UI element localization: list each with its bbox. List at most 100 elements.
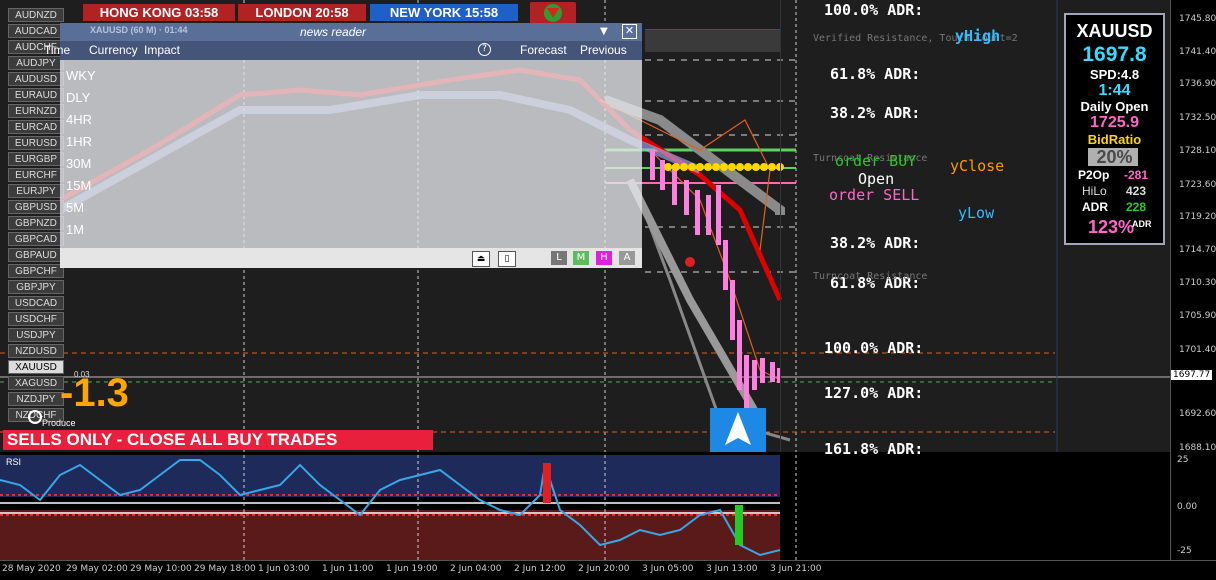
symbol-button-euraud[interactable]: EURAUD [8, 88, 64, 102]
symbol-button-usdchf[interactable]: USDCHF [8, 312, 64, 326]
signal-small-value: 0.03 [74, 370, 90, 379]
time-tick: 1 Jun 03:00 [258, 564, 310, 574]
scroll-top-icon[interactable]: ⏏ [472, 251, 490, 267]
price-tick: 1723.60 [1179, 180, 1216, 190]
clock-new-york: NEW YORK 15:58 [370, 4, 518, 21]
info-p2op-label: P2Op [1078, 168, 1110, 182]
time-axis[interactable]: 28 May 2020 29 May 02:00 29 May 10:00 29 Ma… [0, 560, 1216, 580]
symbol-button-gbpnzd[interactable]: GBPNZD [8, 216, 64, 230]
close-icon[interactable]: ✕ [622, 24, 637, 39]
timeframe-1m[interactable]: 1M [66, 222, 84, 237]
symbol-button-audusd[interactable]: AUDUSD [8, 72, 64, 86]
info-bidratio: 20% [1096, 147, 1133, 167]
symbol-button-audjpy[interactable]: AUDJPY [8, 56, 64, 70]
time-tick: 1 Jun 11:00 [322, 564, 374, 574]
pin-icon[interactable]: ▯ [498, 251, 516, 267]
column-forecast[interactable]: Forecast [520, 43, 567, 57]
info-symbol: XAUUSD [1076, 21, 1153, 41]
forecast-resistance-label: Turncoat Resistance [813, 271, 928, 282]
info-adr: 228 [1126, 200, 1147, 214]
filter-high-button[interactable]: H [596, 251, 612, 265]
news-footer: ⏏ ▯ L M H A [60, 248, 642, 268]
news-reader-columns: Time Currency Impact ? Forecast Previous [44, 41, 642, 60]
symbol-button-nzdjpy[interactable]: NZDJPY [8, 392, 64, 406]
info-hilo: 423 [1126, 184, 1147, 198]
symbol-button-gbpaud[interactable]: GBPAUD [8, 248, 64, 262]
adr-level-bottom-38: 38.2% ADR: [830, 234, 921, 252]
order-sell-label: order SELL [829, 186, 920, 204]
adr-level-top-61: 61.8% ADR: [830, 65, 921, 83]
symbol-button-usdcad[interactable]: USDCAD [8, 296, 64, 310]
rsi-label: RSI [6, 457, 22, 467]
timeframe-15m[interactable]: 15M [66, 178, 91, 193]
price-axis[interactable]: 1745.80 1741.40 1736.90 1732.50 1728.10 1723.… [1170, 0, 1216, 560]
timeframe-wky[interactable]: WKY [66, 68, 96, 83]
symbol-button-audnzd[interactable]: AUDNZD [8, 8, 64, 22]
time-tick: 29 May 10:00 [130, 564, 192, 574]
symbol-button-xagusd[interactable]: XAGUSD [8, 376, 64, 390]
symbol-button-xauusd[interactable]: XAUUSD [8, 360, 64, 374]
time-tick: 2 Jun 04:00 [450, 564, 502, 574]
info-daily-open-label: Daily Open [1080, 99, 1149, 114]
time-tick: 2 Jun 20:00 [578, 564, 630, 574]
symbol-button-eurcad[interactable]: EURCAD [8, 120, 64, 134]
filter-low-button[interactable]: L [551, 251, 567, 265]
timeframe-30m[interactable]: 30M [66, 156, 91, 171]
symbol-button-gbpchf[interactable]: GBPCHF [8, 264, 64, 278]
symbol-button-gbpusd[interactable]: GBPUSD [8, 200, 64, 214]
rsi-tick: -25 [1177, 546, 1192, 556]
info-hilo-label: HiLo [1082, 184, 1107, 198]
price-tick: 1692.60 [1179, 409, 1216, 419]
symbol-info-panel: XAUUSD 1697.8 SPD:4.8 1:44 Daily Open 17… [1064, 13, 1165, 245]
column-previous[interactable]: Previous [580, 43, 627, 57]
timeframe-5m[interactable]: 5M [66, 200, 84, 215]
symbol-button-usdjpy[interactable]: USDJPY [8, 328, 64, 342]
adr-level-top-100: 100.0% ADR: [824, 1, 924, 19]
symbol-button-gbpcad[interactable]: GBPCAD [8, 232, 64, 246]
signal-value: -1.3 [60, 371, 129, 415]
symbol-button-eurusd[interactable]: EURUSD [8, 136, 64, 150]
ylow-label: yLow [958, 204, 995, 222]
produce-logo-icon [28, 410, 42, 424]
column-currency[interactable]: Currency [89, 43, 138, 57]
time-tick: 3 Jun 21:00 [770, 564, 822, 574]
info-timer: 1:44 [1098, 82, 1131, 99]
rsi-tick: 0.00 [1177, 502, 1198, 512]
adr-level-bottom-127: 127.0% ADR: [824, 384, 924, 402]
info-spread: SPD:4.8 [1089, 67, 1140, 82]
column-time[interactable]: Time [44, 43, 70, 57]
time-tick: 2 Jun 12:00 [514, 564, 566, 574]
info-bidratio-label: BidRatio [1087, 132, 1142, 147]
filter-all-button[interactable]: A [619, 251, 635, 265]
timeframe-dly[interactable]: DLY [66, 90, 90, 105]
clock-hong-kong: HONG KONG 03:58 [83, 4, 235, 21]
timeframe-4hr[interactable]: 4HR [66, 112, 92, 127]
yclose-label: yClose [950, 157, 1005, 175]
collapse-icon[interactable]: ▼ [600, 26, 608, 37]
time-tick: 29 May 02:00 [66, 564, 128, 574]
symbol-button-nzdusd[interactable]: NZDUSD [8, 344, 64, 358]
rsi-panel[interactable]: RSI [0, 455, 1170, 560]
info-daily-open: 1725.9 [1090, 114, 1139, 131]
info-p2op: -281 [1124, 168, 1149, 182]
symbol-button-eurjpy[interactable]: EURJPY [8, 184, 64, 198]
filter-medium-button[interactable]: M [573, 251, 589, 265]
column-impact[interactable]: Impact [144, 43, 180, 57]
news-reader-subtitle: XAUUSD (60 M) · 01:44 [90, 25, 188, 35]
timeframe-1hr[interactable]: 1HR [66, 134, 92, 149]
symbol-button-audcad[interactable]: AUDCAD [8, 24, 64, 38]
price-tick: 1728.10 [1179, 146, 1216, 156]
symbol-button-eurchf[interactable]: EURCHF [8, 168, 64, 182]
symbol-button-eurnzd[interactable]: EURNZD [8, 104, 64, 118]
symbol-button-gbpjpy[interactable]: GBPJPY [8, 280, 64, 294]
price-tick: 1745.80 [1179, 14, 1216, 24]
clock-city: NEW YORK [389, 5, 462, 20]
price-tick: 1732.50 [1179, 113, 1216, 123]
news-reader-panel[interactable]: XAUUSD (60 M) · 01:44 news reader ▼ ✕ Ti… [44, 23, 642, 268]
clock-city: LONDON [255, 5, 312, 20]
clock-time: 20:58 [315, 5, 349, 20]
news-reader-titlebar[interactable]: XAUUSD (60 M) · 01:44 news reader ▼ ✕ [60, 23, 642, 41]
help-icon[interactable]: ? [478, 43, 491, 56]
symbol-button-eurgbp[interactable]: EURGBP [8, 152, 64, 166]
clock-time: 03:58 [185, 5, 219, 20]
